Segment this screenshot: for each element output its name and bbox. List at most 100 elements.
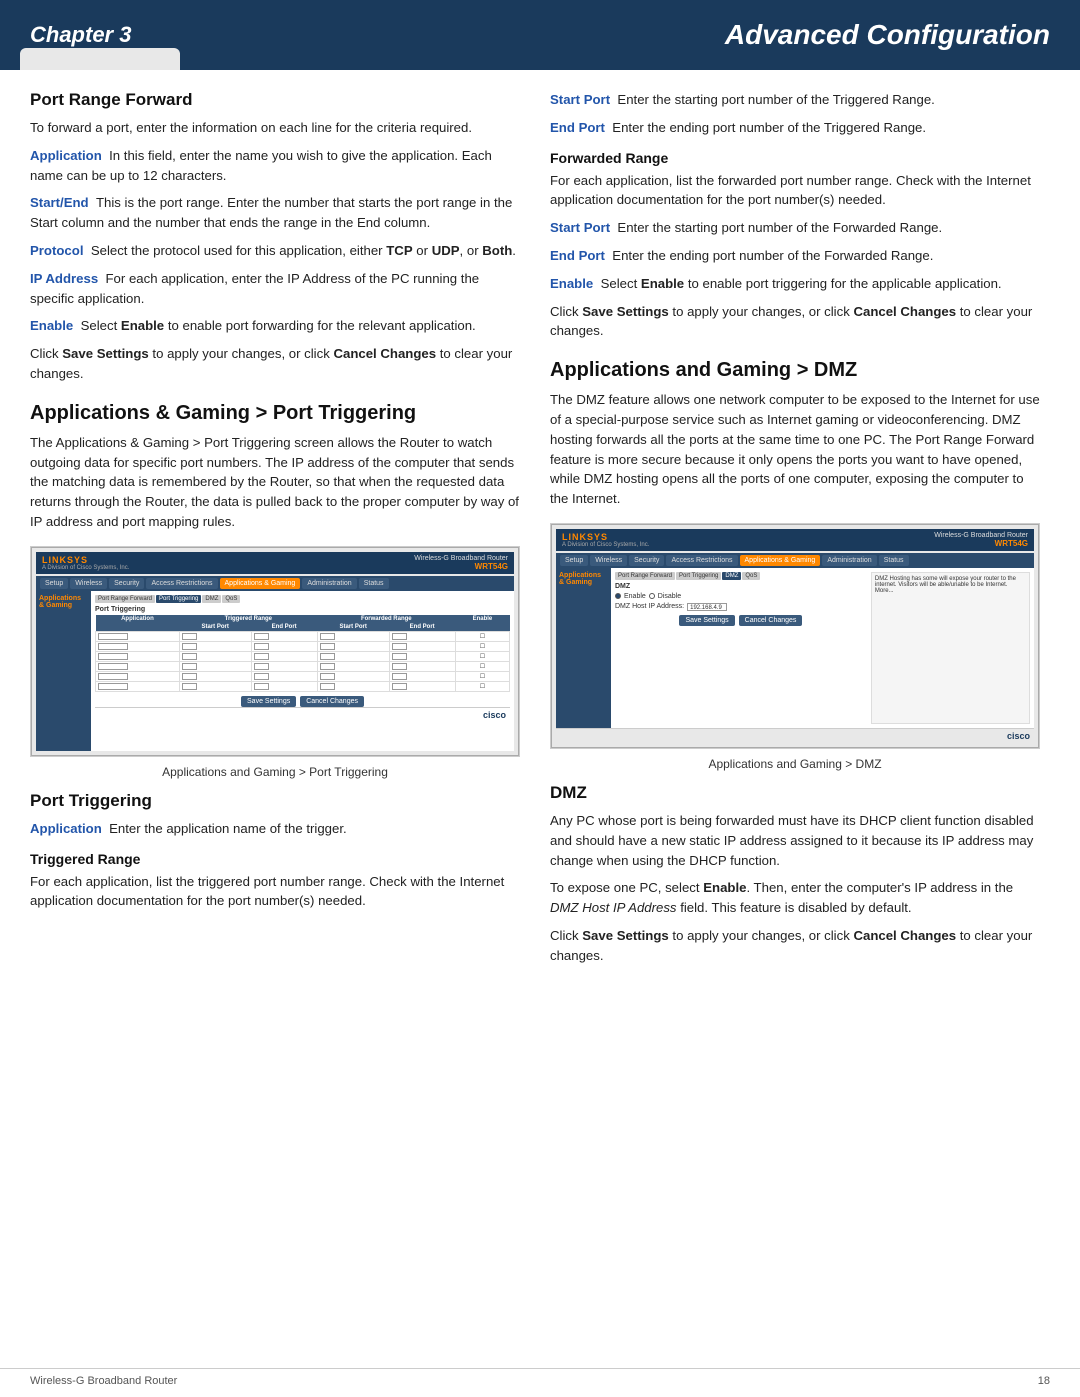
dmz-info-panel: DMZ Hosting has some will expose your ro… (871, 572, 1030, 724)
dmz-text2: To expose one PC, select Enable. Then, e… (550, 878, 1040, 918)
protocol-label: Protocol (30, 243, 83, 258)
router-header: LINKSYS A Division of Cisco Systems, Inc… (36, 552, 514, 574)
router-logo: LINKSYS (42, 555, 129, 565)
dmz-ip-row: DMZ Host IP Address: 192.168.4.9 (615, 603, 867, 611)
nav-security: Security (109, 578, 144, 589)
pt-application-text: Enter the application name of the trigge… (109, 821, 347, 836)
dmz-label: DMZ (615, 583, 867, 590)
disable-radio-label: Disable (658, 593, 681, 600)
pt-application-label: Application (30, 821, 102, 836)
startport-text: Enter the starting port number of the Tr… (617, 92, 934, 107)
th-enable: Enable (455, 615, 509, 623)
dmz-subtab-dmz[interactable]: DMZ (722, 572, 741, 580)
dmz-subtab-porttriggering[interactable]: Port Triggering (676, 572, 721, 580)
table-row: ☐ (96, 681, 510, 691)
dmz-text1: Any PC whose port is being forwarded mus… (550, 811, 1040, 870)
dmz-subtab-portrange[interactable]: Port Range Forward (615, 572, 675, 580)
startend-para: Start/End This is the port range. Enter … (30, 193, 520, 233)
application-para: Application In this field, enter the nam… (30, 146, 520, 186)
table-row: ☐ (96, 661, 510, 671)
enable-radio-label: Enable (624, 593, 646, 600)
dmz-enable-row: Enable Disable (615, 593, 867, 600)
fwd-endport-para: End Port Enter the ending port number of… (550, 246, 1040, 266)
router-side-menu: Applications& Gaming (36, 591, 91, 751)
dmz-router-model: WRT54G (934, 539, 1028, 548)
th-application: Application (96, 615, 180, 623)
dmz-main-title: Applications and Gaming > DMZ (550, 359, 1040, 382)
router-buttons: Save Settings Cancel Changes (95, 696, 510, 707)
fwd-enable-para: Enable Select Enable to enable port trig… (550, 274, 1040, 294)
table-row: ☐ (96, 671, 510, 681)
ipaddress-para: IP Address For each application, enter t… (30, 269, 520, 309)
enable-text: Select Enable to enable port forwarding … (81, 318, 476, 333)
dmz-side-menu-title: Applications& Gaming (559, 572, 608, 586)
chapter-label: Chapter 3 (30, 22, 131, 48)
enable-radio[interactable] (615, 593, 621, 599)
application-label: Application (30, 148, 102, 163)
startport-label: Start Port (550, 92, 610, 107)
port-triggering-caption: Applications and Gaming > Port Triggerin… (30, 763, 520, 781)
dmz-nav-access: Access Restrictions (666, 555, 737, 566)
forwarded-range-text: For each application, list the forwarded… (550, 171, 1040, 211)
fwd-endport-text: Enter the ending port number of the Forw… (612, 248, 933, 263)
subtab-dmz[interactable]: DMZ (202, 595, 221, 603)
subtab-qos[interactable]: QoS (222, 595, 240, 603)
dmz-nav-admin: Administration (822, 555, 876, 566)
footer-left: Wireless-G Broadband Router (30, 1375, 177, 1387)
enable-para: Enable Select Enable to enable port forw… (30, 316, 520, 336)
dmz-side-menu: Applications& Gaming (556, 568, 611, 728)
page-title: Advanced Configuration (725, 19, 1050, 51)
router-subtabs: Port Range Forward Port Triggering DMZ Q… (95, 595, 510, 603)
save-settings-btn[interactable]: Save Settings (241, 696, 296, 707)
dmz-save-btn[interactable]: Save Settings (679, 615, 734, 626)
dmz-nav-appsgaming[interactable]: Applications & Gaming (740, 555, 821, 566)
triggered-range-title: Triggered Range (30, 851, 520, 867)
table-row: ☐ (96, 631, 510, 641)
router-product: Wireless-G Broadband Router (414, 555, 508, 562)
fwd-enable-label: Enable (550, 276, 593, 291)
dmz-cancel-btn[interactable]: Cancel Changes (739, 615, 803, 626)
dmz-router-logo: LINKSYS (562, 532, 649, 542)
right-column: Start Port Enter the starting port numbe… (550, 90, 1040, 974)
router-nav: Setup Wireless Security Access Restricti… (36, 576, 514, 591)
header-tab-decoration (20, 48, 180, 70)
endport-para: End Port Enter the ending port number of… (550, 118, 1040, 138)
dmz-cisco-logo: cisco (556, 728, 1034, 743)
cancel-changes-btn[interactable]: Cancel Changes (300, 696, 364, 707)
router-sidebar: Applications& Gaming Port Range Forward … (36, 591, 514, 751)
dmz-subtab-qos[interactable]: QoS (742, 572, 760, 580)
dmz-nav-wireless: Wireless (590, 555, 627, 566)
page-header: Chapter 3 Advanced Configuration (0, 0, 1080, 70)
save-para-1: Click Save Settings to apply your change… (30, 344, 520, 384)
dmz-main-area: Port Range Forward Port Triggering DMZ Q… (611, 568, 1034, 728)
pt-application-para: Application Enter the application name o… (30, 819, 520, 839)
subtab-portrange[interactable]: Port Range Forward (95, 595, 155, 603)
disable-radio[interactable] (649, 593, 655, 599)
footer-right: 18 (1038, 1375, 1050, 1387)
main-content: Port Range Forward To forward a port, en… (0, 70, 1080, 994)
dmz-nav-status: Status (879, 555, 909, 566)
port-range-forward-title: Port Range Forward (30, 90, 520, 110)
side-menu-title: Applications& Gaming (39, 595, 88, 609)
enable-label: Enable (30, 318, 73, 333)
nav-wireless: Wireless (70, 578, 107, 589)
port-triggering-intro: The Applications & Gaming > Port Trigger… (30, 433, 520, 532)
fwd-startport-para: Start Port Enter the starting port numbe… (550, 218, 1040, 238)
th-forwarded: Forwarded Range (317, 615, 455, 623)
router-model: WRT54G (414, 562, 508, 571)
startport-para: Start Port Enter the starting port numbe… (550, 90, 1040, 110)
nav-appsgaming[interactable]: Applications & Gaming (220, 578, 301, 589)
router-subtitle: A Division of Cisco Systems, Inc. (42, 565, 129, 571)
dmz-sub-title: DMZ (550, 783, 1040, 803)
dmz-nav-setup: Setup (560, 555, 588, 566)
subtab-porttriggering[interactable]: Port Triggering (156, 595, 201, 603)
port-triggering-label: Port Triggering (95, 606, 510, 613)
dmz-router-header: LINKSYS A Division of Cisco Systems, Inc… (556, 529, 1034, 551)
ipaddress-label: IP Address (30, 271, 98, 286)
dmz-ip-input[interactable]: 192.168.4.9 (687, 603, 727, 611)
port-triggering-screenshot: LINKSYS A Division of Cisco Systems, Inc… (30, 546, 520, 757)
dmz-ip-label: DMZ Host IP Address: (615, 603, 684, 610)
fwd-save-para: Click Save Settings to apply your change… (550, 302, 1040, 342)
protocol-text: Select the protocol used for this applic… (91, 243, 516, 258)
dmz-buttons: Save Settings Cancel Changes (615, 615, 867, 626)
